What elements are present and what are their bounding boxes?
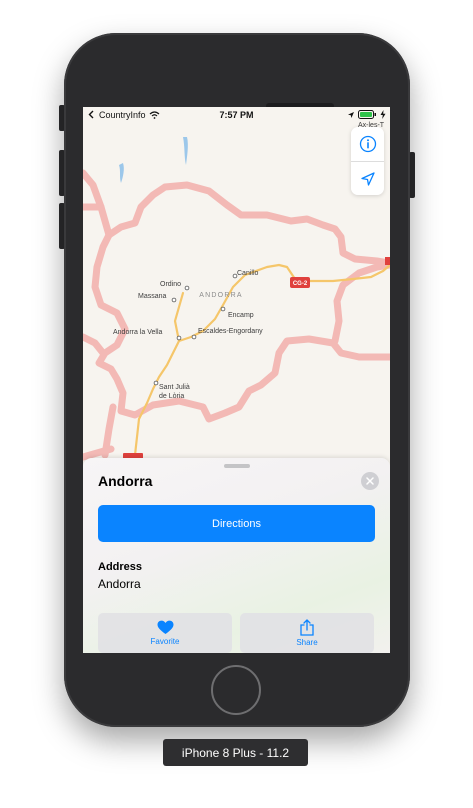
country-label: ANDORRA — [199, 292, 242, 299]
close-icon — [366, 477, 374, 485]
map-controls — [351, 127, 384, 195]
share-button[interactable]: Share — [240, 613, 374, 653]
favorite-label: Favorite — [150, 637, 180, 646]
wifi-icon — [149, 110, 159, 119]
address-value: Andorra — [98, 577, 141, 591]
share-label: Share — [296, 638, 318, 647]
app-screen: CG-2 Canillo Ordino Massana ANDORRA Enca… — [83, 107, 390, 653]
road-shield-label: CG-2 — [293, 281, 308, 287]
place-label-sant-julia-1: Sant Julià — [159, 384, 190, 391]
home-button[interactable] — [211, 665, 261, 715]
sheet-grabber[interactable] — [224, 464, 250, 468]
directions-button[interactable]: Directions — [98, 505, 375, 542]
map-info-button[interactable] — [351, 127, 384, 161]
location-arrow-icon — [360, 171, 375, 186]
place-label-escaldes: Escaldes-Engordany — [198, 328, 263, 335]
status-bar: CountryInfo 7:57 PM — [83, 107, 390, 122]
place-label-ordino: Ordino — [160, 281, 181, 288]
share-icon — [300, 619, 314, 636]
location-services-icon — [348, 111, 354, 118]
place-label-sant-julia-2: de Lòria — [159, 393, 184, 400]
battery-icon — [358, 110, 376, 119]
info-icon — [359, 135, 376, 153]
favorite-button[interactable]: Favorite — [98, 613, 232, 653]
device-name-label: iPhone 8 Plus - 11.2 — [163, 739, 308, 766]
heart-icon — [157, 620, 173, 634]
address-label: Address — [98, 561, 143, 573]
back-to-app-icon[interactable] — [87, 110, 96, 119]
place-card: Andorra Directions Address Andorra Favor… — [83, 458, 390, 653]
charging-icon — [380, 110, 386, 119]
place-label-andorra-la-vella: Andorra la Vella — [113, 329, 163, 336]
place-title: Andorra — [98, 473, 153, 489]
simulator-stage: CG-2 Canillo Ordino Massana ANDORRA Enca… — [0, 0, 473, 808]
carrier-label[interactable]: CountryInfo — [99, 110, 146, 120]
close-card-button[interactable] — [361, 472, 379, 490]
place-label-canillo: Canillo — [237, 270, 259, 277]
place-label-encamp: Encamp — [228, 312, 254, 319]
place-label-massana: Massana — [138, 293, 167, 300]
track-location-button[interactable] — [351, 161, 384, 195]
